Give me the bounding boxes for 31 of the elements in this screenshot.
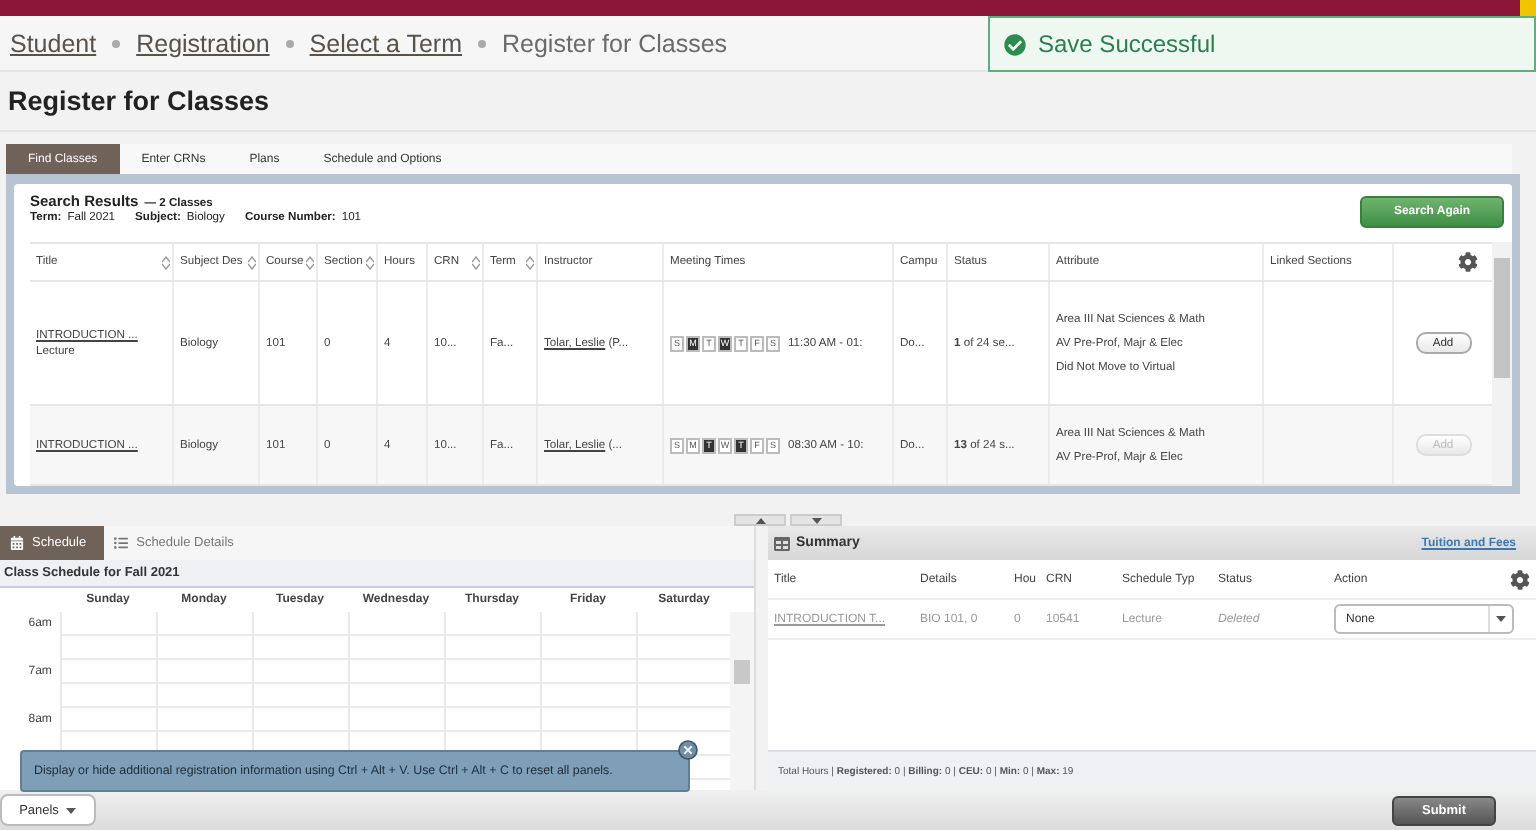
sort-icon[interactable] <box>526 255 534 269</box>
settings-icon[interactable] <box>1458 252 1478 272</box>
check-icon <box>1004 33 1026 55</box>
breadcrumb-link[interactable]: Registration <box>136 29 270 57</box>
close-icon[interactable] <box>678 740 698 760</box>
settings-icon[interactable] <box>1510 569 1530 589</box>
sort-icon[interactable] <box>162 255 170 269</box>
calendar-icon <box>10 536 24 550</box>
list-icon <box>114 536 129 550</box>
accent-block <box>1520 0 1536 16</box>
separator-dot <box>112 39 121 47</box>
toast-message: Save Successful <box>1038 30 1216 58</box>
table-icon <box>774 535 790 551</box>
scrollbar[interactable] <box>730 612 754 790</box>
caret-icon <box>66 807 77 813</box>
up-arrow-icon <box>755 517 765 523</box>
separator-dot <box>478 39 486 47</box>
down-arrow-icon <box>811 517 821 523</box>
sort-icon[interactable] <box>472 255 480 269</box>
caret-icon <box>1496 616 1506 622</box>
sort-icon[interactable] <box>306 255 314 269</box>
collapse-up-button[interactable] <box>734 514 786 526</box>
sort-icon[interactable] <box>366 255 374 269</box>
page-title: Register for Classes <box>0 72 1536 132</box>
collapse-down-button[interactable] <box>790 514 842 526</box>
breadcrumb-link[interactable]: Select a Term <box>309 29 462 57</box>
sort-icon[interactable] <box>248 255 256 269</box>
scrollbar[interactable] <box>1492 242 1512 486</box>
separator-dot <box>285 39 294 47</box>
breadcrumb-current: Register for Classes <box>502 29 728 57</box>
breadcrumb-link[interactable]: Student <box>10 29 97 57</box>
